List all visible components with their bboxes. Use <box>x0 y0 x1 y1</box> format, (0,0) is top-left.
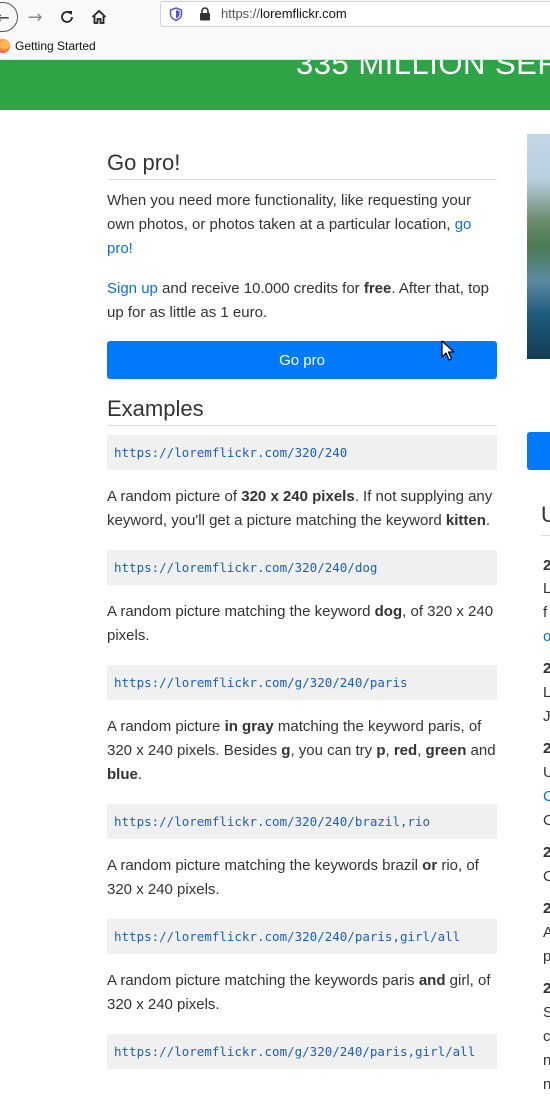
sidebar-text-fragment: L <box>543 684 550 701</box>
url-host: loremflickr.com <box>260 6 347 21</box>
sidebar-text-fragment: 2 <box>543 660 550 677</box>
shield-icon[interactable] <box>169 7 183 21</box>
back-icon[interactable]: ← <box>0 2 18 32</box>
example-url[interactable]: https://loremflickr.com/320/240/brazil,r… <box>107 804 497 839</box>
examples-heading: Examples <box>107 396 497 426</box>
sidebar-text-fragment: 2 <box>543 844 550 861</box>
example-text: , <box>417 742 426 759</box>
sidebar-text-fragment[interactable]: C <box>543 788 550 805</box>
forward-icon[interactable]: → <box>22 4 48 30</box>
example-description: A random picture in gray matching the ke… <box>107 715 497 787</box>
sidebar-text-fragment: C <box>543 812 550 829</box>
bookmarks-bar: Getting Started <box>0 34 550 60</box>
example-url[interactable]: https://loremflickr.com/320/240 <box>107 435 497 470</box>
sidebar-text-fragment: f <box>543 604 548 621</box>
sidebar-photo <box>527 134 550 359</box>
example-keyword: kitten <box>445 512 486 529</box>
example-keyword: red <box>393 742 418 759</box>
free-text: free <box>363 280 392 297</box>
sidebar-text-fragment[interactable]: o <box>543 628 550 645</box>
gopro-text: When you need more functionality, like r… <box>107 192 472 233</box>
url-scheme: https:// <box>221 6 261 21</box>
sidebar-text-fragment: 2 <box>543 980 550 997</box>
example-text: A random picture of <box>107 488 242 505</box>
example-text: . <box>137 766 143 783</box>
gopro-paragraph: When you need more functionality, like r… <box>107 189 497 261</box>
address-bar[interactable]: https://loremflickr.com <box>160 1 550 27</box>
sidebar-button[interactable] <box>527 432 550 470</box>
example-text: and <box>466 742 496 759</box>
example-text: . <box>485 512 491 529</box>
example-url[interactable]: https://loremflickr.com/320/240/paris,gi… <box>107 919 497 954</box>
hero-banner: 335 MILLION SER <box>0 60 550 110</box>
sidebar-heading-rule <box>541 535 550 536</box>
signup-text: and receive 10.000 credits for <box>162 280 360 297</box>
example-text: , <box>385 742 394 759</box>
sidebar-text-fragment: n <box>543 1076 550 1093</box>
signup-link[interactable]: Sign up <box>107 280 158 297</box>
examples-list: https://loremflickr.com/320/240 A random … <box>107 426 497 1069</box>
example-text: A random picture matching the keyword <box>107 603 375 620</box>
example-keyword: in gray <box>224 718 274 735</box>
example-url[interactable]: https://loremflickr.com/320/240/dog <box>107 550 497 585</box>
example-description: A random picture matching the keywords p… <box>107 969 497 1017</box>
example-url[interactable]: https://loremflickr.com/g/320/240/paris,… <box>107 1034 497 1069</box>
sidebar-text-fragment: c <box>543 1028 550 1045</box>
sidebar-text-fragment: A <box>543 924 550 941</box>
gopro-heading: Go pro! <box>107 150 497 180</box>
sidebar-text-fragment: 2 <box>543 900 550 917</box>
example-keyword: or <box>422 857 438 874</box>
example-url[interactable]: https://loremflickr.com/g/320/240/paris <box>107 665 497 700</box>
example-keyword: dog <box>374 603 403 620</box>
mouse-cursor-icon <box>441 340 455 361</box>
example-text: A random picture <box>107 718 225 735</box>
bookmark-label: Getting Started <box>15 39 96 53</box>
sidebar-text-fragment: p <box>543 948 550 965</box>
example-keyword: p <box>376 742 386 759</box>
bookmark-getting-started[interactable]: Getting Started <box>0 39 96 53</box>
firefox-icon <box>0 39 10 53</box>
signup-paragraph: Sign up and receive 10.000 credits for f… <box>107 277 497 325</box>
main-column: Go pro! When you need more functionality… <box>107 110 497 1069</box>
example-keyword: green <box>425 742 467 759</box>
example-keyword: and <box>418 972 446 989</box>
sidebar-heading: U <box>541 502 550 527</box>
sidebar-text-fragment: U <box>543 764 550 781</box>
example-keyword: blue <box>107 766 138 783</box>
url-text: https://loremflickr.com <box>221 6 347 21</box>
example-description: A random picture matching the keywords b… <box>107 854 497 902</box>
browser-toolbar: ← → https://loremflickr.com <box>0 0 550 34</box>
go-pro-button[interactable]: Go pro <box>107 341 497 379</box>
sidebar-text-fragment: n <box>543 1052 550 1069</box>
example-text: , you can try <box>290 742 377 759</box>
home-icon[interactable] <box>86 4 112 30</box>
sidebar-text-fragment: 2 <box>543 557 550 574</box>
sidebar-text-fragment: C <box>543 868 550 885</box>
lock-icon[interactable] <box>199 7 211 21</box>
example-keyword: 320 x 240 pixels <box>241 488 355 505</box>
example-text: A random picture matching the keywords b… <box>107 857 423 874</box>
example-description: A random picture matching the keyword do… <box>107 600 497 648</box>
sidebar-text-fragment: 2 <box>543 740 550 757</box>
example-description: A random picture of 320 x 240 pixels. If… <box>107 485 497 533</box>
example-text: A random picture matching the keywords p… <box>107 972 419 989</box>
sidebar-text-fragment: J <box>543 708 550 725</box>
reload-icon[interactable] <box>54 4 80 30</box>
sidebar-text-fragment: L <box>543 580 550 597</box>
sidebar-text-fragment: S <box>543 1004 550 1021</box>
banner-title: 335 MILLION SER <box>296 60 550 81</box>
